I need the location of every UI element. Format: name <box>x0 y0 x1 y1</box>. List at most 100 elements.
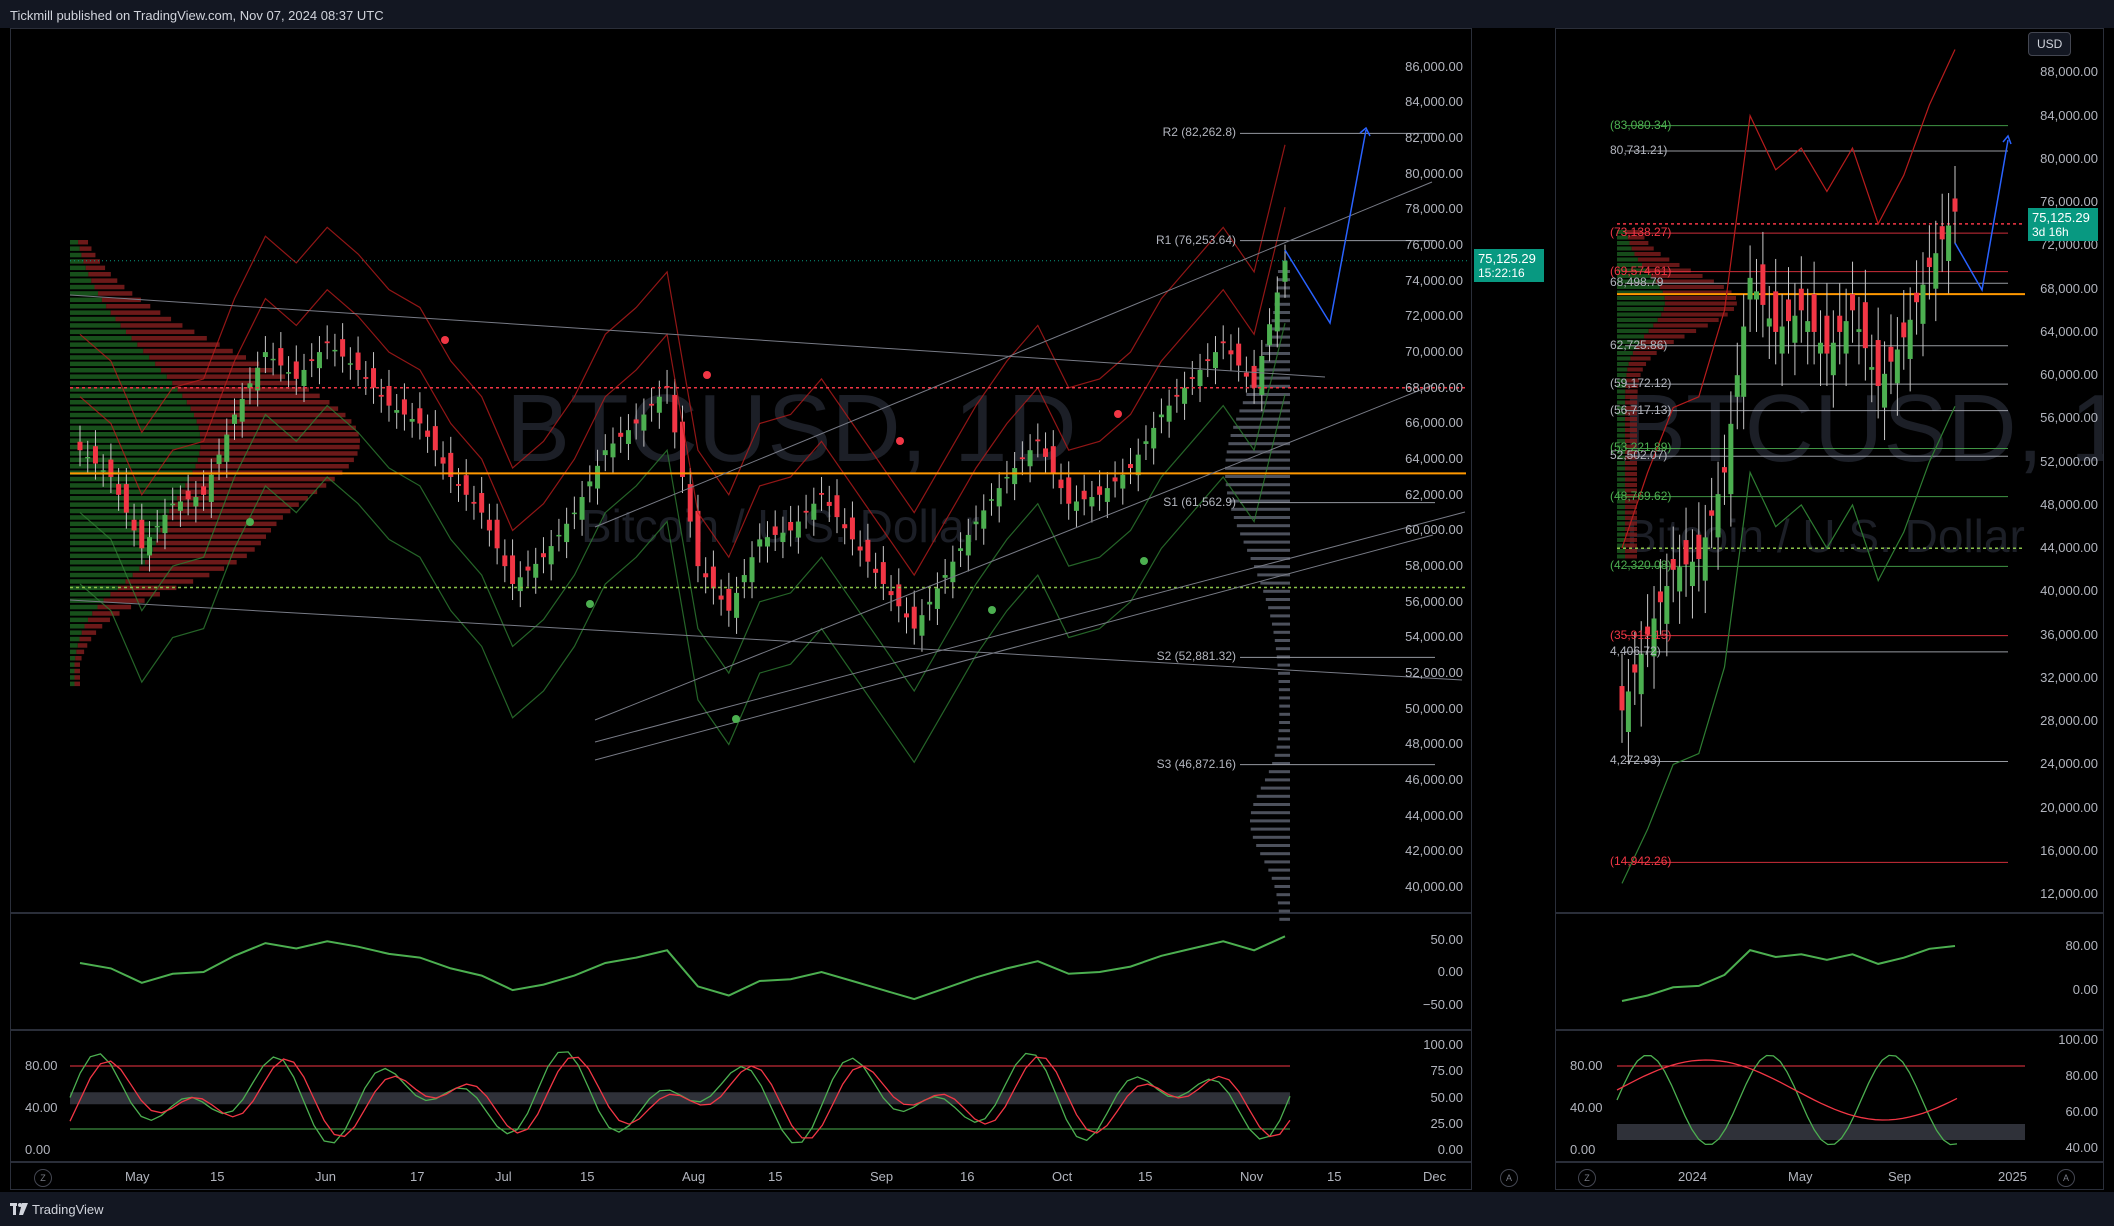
left-candle-body <box>988 499 994 501</box>
right-side-volume-bar <box>1279 721 1290 724</box>
left-time-tick: 16 <box>960 1169 975 1184</box>
right-side-volume-bar <box>1275 647 1290 651</box>
left-volume-profile-bar <box>70 649 77 655</box>
left-candle-body <box>1267 324 1273 346</box>
left-volume-profile-bar <box>70 630 82 635</box>
left-candle-body <box>865 539 871 562</box>
left-candle-body <box>880 562 886 584</box>
left-candle-body <box>934 588 940 609</box>
right-candle-body <box>1619 686 1625 711</box>
left-signal-dot <box>246 518 254 526</box>
right-candle-body <box>1747 277 1753 300</box>
left-candle-body <box>371 368 377 388</box>
left-zoom-reset-button[interactable]: Z <box>34 1169 52 1187</box>
right-side-volume-bar <box>1271 319 1290 323</box>
right-side-volume-bar <box>1269 327 1290 331</box>
left-candle-body <box>147 537 153 556</box>
right-auto-scale-button[interactable]: A <box>2057 1169 2075 1187</box>
right-side-volume-bar <box>1279 917 1290 921</box>
left-candle-body <box>540 553 546 558</box>
right-side-volume-bar <box>1270 614 1290 618</box>
currency-button[interactable]: USD <box>2028 32 2072 56</box>
left-osc2-tick-left: 80.00 <box>25 1058 58 1073</box>
right-level-label: (14,942.26) <box>1610 854 1672 869</box>
left-osc1-line <box>79 935 1286 1001</box>
right-price-tick: 60,000.00 <box>2040 367 2098 383</box>
right-volume-profile-bar <box>1625 428 1638 432</box>
left-candle-body <box>432 426 438 451</box>
right-volume-profile-bar <box>1657 318 1719 322</box>
right-osc1-line <box>1621 945 1956 1002</box>
right-side-volume-bar <box>1236 524 1290 528</box>
left-candle-body <box>602 450 608 456</box>
left-time-tick: 15 <box>580 1169 595 1184</box>
left-candle-body <box>409 418 415 422</box>
left-price-tick: 86,000.00 <box>1405 58 1463 74</box>
right-volume-profile-bar <box>1659 285 1724 289</box>
left-volume-profile-bar <box>88 272 111 277</box>
left-signal-dot <box>988 606 996 614</box>
right-candle-body <box>1805 321 1811 332</box>
left-auto-scale-button[interactable]: A <box>1500 1169 1518 1187</box>
right-side-volume-bar <box>1256 844 1290 847</box>
left-volume-profile-bar <box>70 419 197 424</box>
left-volume-profile-bar <box>70 246 80 251</box>
right-price-tick: 84,000.00 <box>2040 107 2098 123</box>
right-candle-body <box>1830 342 1836 376</box>
left-candle-body <box>131 519 137 531</box>
left-volume-profile-bar <box>70 278 92 283</box>
right-side-volume-bar <box>1243 540 1290 544</box>
left-signal-dot <box>703 371 711 379</box>
right-osc2-band <box>1617 1124 2025 1140</box>
left-candle-body <box>1012 468 1018 485</box>
left-volume-profile-bar <box>70 310 111 315</box>
left-volume-profile-bar <box>85 265 106 271</box>
left-time-tick: Nov <box>1240 1169 1264 1184</box>
left-time-tick: Aug <box>682 1169 706 1184</box>
right-side-volume-bar <box>1279 712 1290 716</box>
right-candle-body <box>1753 291 1759 300</box>
right-level-label: (48,769.62) <box>1610 488 1672 503</box>
left-candle-body <box>347 363 353 365</box>
left-candle-body <box>571 512 577 515</box>
left-candle-body <box>1251 365 1257 388</box>
left-volume-profile-bar <box>70 342 138 347</box>
left-candle-body <box>517 577 523 592</box>
left-volume-profile-bar <box>193 412 346 418</box>
right-side-volume-bar <box>1226 450 1290 454</box>
left-candle-body <box>811 503 817 520</box>
right-volume-profile-bar <box>1617 395 1626 399</box>
left-candle-body <box>950 561 956 583</box>
left-osc2-tick-right: 75.00 <box>1430 1063 1463 1079</box>
right-candle-body <box>1811 294 1817 332</box>
left-candle-body <box>1050 446 1056 473</box>
left-candle-body <box>116 484 122 495</box>
left-volume-profile-bar <box>115 316 172 322</box>
right-price-tick: 52,000.00 <box>2040 453 2098 469</box>
left-volume-profile-bar <box>91 278 118 283</box>
left-pivot-label: S1 (61,562.9) <box>1163 494 1236 509</box>
left-candle-body <box>355 352 361 370</box>
left-volume-profile-bar <box>70 508 170 514</box>
left-candle-body <box>1197 369 1203 386</box>
left-volume-profile-bar <box>98 291 133 296</box>
right-side-volume-bar <box>1265 598 1290 601</box>
right-volume-profile-bar <box>1617 257 1638 262</box>
left-price-tick: 52,000.00 <box>1405 665 1463 681</box>
right-candle-body <box>1689 561 1695 587</box>
right-volume-profile-bar <box>1625 549 1637 553</box>
left-candle-body <box>942 575 948 578</box>
left-candle-body <box>193 497 199 507</box>
right-zoom-reset-button[interactable]: Z <box>1578 1169 1596 1187</box>
left-volume-profile-bar <box>125 579 194 584</box>
right-side-volume-bar <box>1252 835 1290 839</box>
left-time-tick: Jun <box>315 1169 336 1184</box>
right-price-tick: 48,000.00 <box>2040 496 2098 512</box>
left-candle-body <box>1143 441 1149 444</box>
right-candle-body <box>1702 537 1708 581</box>
right-side-volume-bar <box>1264 860 1290 864</box>
left-candle-body <box>1128 464 1134 469</box>
right-side-volume-bar <box>1278 729 1290 733</box>
right-side-volume-bar <box>1276 745 1290 749</box>
right-level-label: (35,912.15) <box>1610 627 1672 642</box>
